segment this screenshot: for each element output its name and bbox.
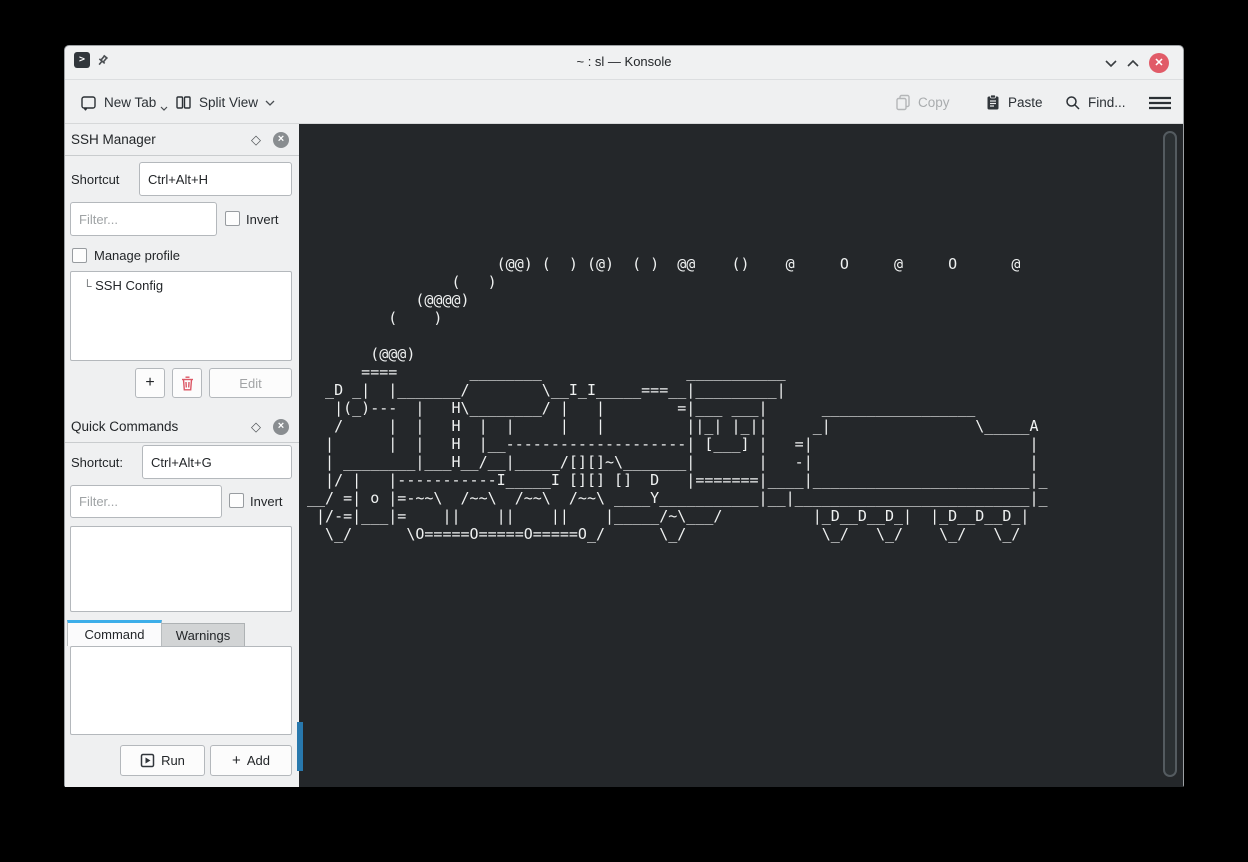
find-label: Find...	[1088, 95, 1126, 110]
tab-command-label: Command	[85, 627, 145, 642]
titlebar[interactable]: > ~ : sl — Konsole ✕	[65, 46, 1183, 80]
ssh-manager-title: SSH Manager	[71, 132, 156, 147]
close-button[interactable]: ✕	[1149, 53, 1169, 73]
tree-item-ssh-config[interactable]: └ SSH Config	[71, 272, 291, 293]
ssh-shortcut-input[interactable]	[139, 162, 292, 196]
find-button[interactable]: Find...	[1065, 81, 1126, 124]
qc-command-list[interactable]	[70, 526, 292, 612]
sidebar: SSH Manager ◇ × Shortcut Invert Manage p…	[65, 124, 299, 787]
run-button[interactable]: Run	[120, 745, 205, 776]
hamburger-icon	[1149, 96, 1171, 110]
ssh-manager-close-icon[interactable]: ×	[273, 132, 289, 148]
qc-invert-label: Invert	[250, 494, 283, 509]
add-command-button[interactable]: + Add	[210, 745, 292, 776]
ssh-edit-button: Edit	[209, 368, 292, 398]
split-view-label: Split View	[199, 95, 258, 110]
hamburger-menu-button[interactable]	[1149, 81, 1171, 124]
ssh-filter-input[interactable]	[70, 202, 217, 236]
search-icon	[1065, 95, 1081, 111]
ssh-shortcut-label: Shortcut	[71, 172, 119, 187]
ssh-invert-checkbox[interactable]	[225, 211, 240, 226]
ssh-manager-header[interactable]: SSH Manager ◇ ×	[65, 124, 299, 156]
tree-branch-icon: └	[83, 279, 92, 293]
add-label: Add	[247, 753, 270, 768]
ssh-invert-label: Invert	[246, 212, 279, 227]
new-tab-button[interactable]: New Tab	[80, 81, 168, 124]
float-panel-icon[interactable]: ◇	[251, 132, 261, 148]
copy-icon	[895, 94, 911, 111]
tab-warnings-label: Warnings	[176, 628, 230, 643]
split-view-button[interactable]: Split View	[175, 81, 275, 124]
new-tab-dropdown-icon	[160, 106, 168, 111]
manage-profile-label: Manage profile	[94, 248, 180, 263]
ssh-delete-button[interactable]	[172, 368, 202, 398]
copy-button: Copy	[895, 81, 950, 124]
ssh-add-button[interactable]: +	[135, 368, 165, 398]
run-icon	[140, 753, 155, 768]
qc-shortcut-label: Shortcut:	[71, 455, 123, 470]
tab-command[interactable]: Command	[67, 620, 162, 646]
minimize-button[interactable]	[1101, 53, 1121, 73]
qc-shortcut-input[interactable]	[142, 445, 292, 479]
terminal-scrollbar[interactable]	[1163, 131, 1177, 777]
splitter-handle[interactable]	[297, 722, 303, 771]
quick-commands-close-icon[interactable]: ×	[273, 419, 289, 435]
maximize-button[interactable]	[1123, 53, 1143, 73]
qc-command-textarea[interactable]	[70, 646, 292, 735]
tab-warnings[interactable]: Warnings	[162, 623, 245, 646]
tree-item-label: SSH Config	[95, 278, 163, 293]
new-tab-label: New Tab	[104, 95, 156, 110]
paste-icon	[985, 94, 1001, 111]
toolbar: New Tab Split View	[65, 81, 1183, 124]
window-title: ~ : sl — Konsole	[65, 54, 1183, 69]
terminal-display[interactable]: (@@) ( ) (@) ( ) @@ () @ O @ O @ ( ) (@@…	[299, 124, 1183, 787]
split-view-icon	[175, 94, 192, 111]
paste-label: Paste	[1008, 95, 1043, 110]
float-panel-icon-2[interactable]: ◇	[251, 419, 261, 435]
manage-profile-checkbox[interactable]	[72, 248, 87, 263]
run-label: Run	[161, 753, 185, 768]
paste-button[interactable]: Paste	[985, 81, 1043, 124]
ascii-art-train: (@@) ( ) (@) ( ) @@ () @ O @ O @ ( ) (@@…	[307, 255, 1048, 543]
new-tab-icon	[80, 94, 97, 111]
qc-invert-checkbox[interactable]	[229, 493, 244, 508]
ssh-config-tree[interactable]: └ SSH Config	[70, 271, 292, 361]
qc-filter-input[interactable]	[70, 485, 222, 518]
quick-commands-title: Quick Commands	[71, 419, 178, 434]
plus-icon: +	[232, 752, 241, 769]
konsole-window: > ~ : sl — Konsole ✕	[64, 45, 1184, 787]
quick-commands-header[interactable]: Quick Commands ◇ ×	[65, 411, 299, 443]
copy-label: Copy	[918, 95, 950, 110]
trash-icon	[181, 376, 194, 391]
split-view-dropdown-icon	[265, 100, 275, 106]
